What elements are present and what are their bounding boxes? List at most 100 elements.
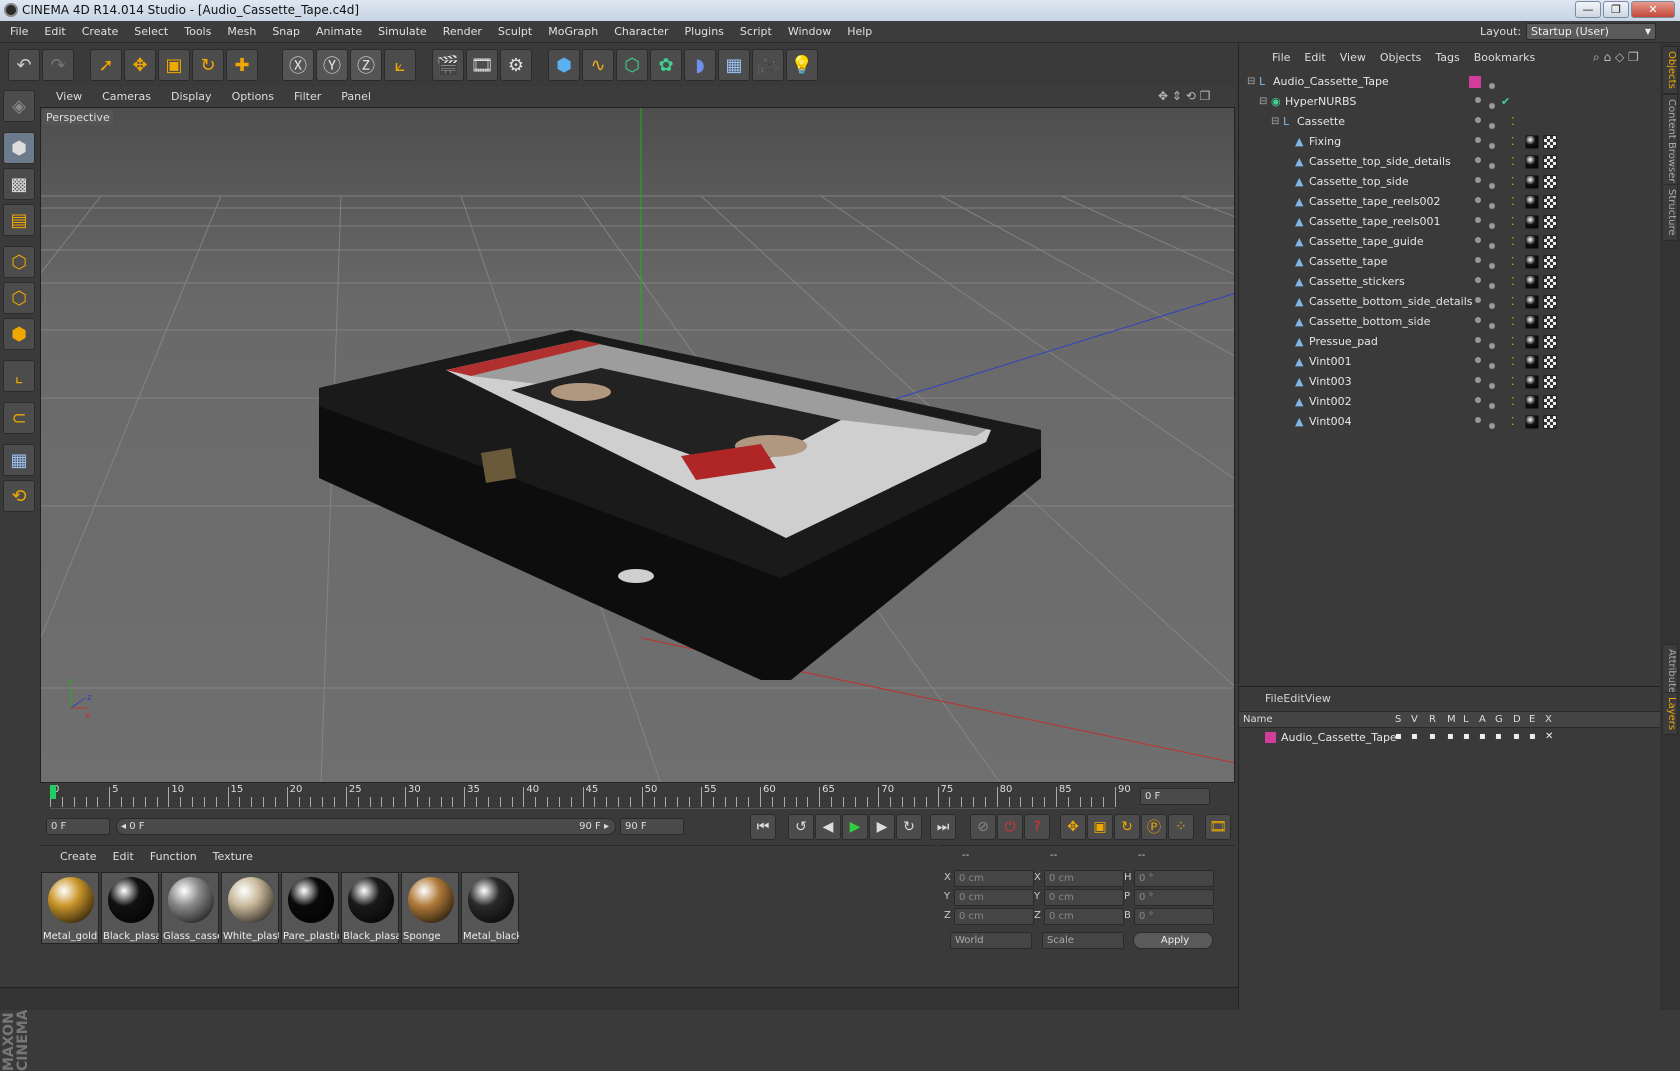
material-swatch[interactable]: Pare_plastic: [281, 872, 339, 944]
render-visibility-dot[interactable]: [1489, 403, 1495, 409]
object-row[interactable]: ▲ Fixing ⁚: [1239, 132, 1661, 152]
viewport-menu-view[interactable]: View: [46, 86, 92, 107]
next-frame-icon[interactable]: ▶: [869, 814, 895, 840]
object-row[interactable]: ▲ Vint001 ⁚: [1239, 352, 1661, 372]
phong-tag-icon[interactable]: ⁚: [1511, 372, 1515, 392]
layer-flag-icon[interactable]: ▪: [1529, 731, 1536, 742]
layer-flag-icon[interactable]: ▪: [1479, 731, 1486, 742]
render-visibility-dot[interactable]: [1489, 243, 1495, 249]
menu-create[interactable]: Create: [74, 21, 127, 43]
z-axis-icon[interactable]: Ⓩ: [350, 49, 382, 81]
editor-visibility-dot[interactable]: [1475, 277, 1481, 283]
menu-script[interactable]: Script: [732, 21, 780, 43]
material-swatch[interactable]: Black_plasa: [101, 872, 159, 944]
editor-visibility-dot[interactable]: [1475, 397, 1481, 403]
uvw-tag-icon[interactable]: [1543, 315, 1557, 329]
render-visibility-dot[interactable]: [1489, 303, 1495, 309]
material-swatch[interactable]: Metal_gold: [41, 872, 99, 944]
redo-icon[interactable]: ↷: [42, 49, 74, 81]
frame-range-slider[interactable]: ◂ 0 F 90 F ▸: [116, 818, 616, 835]
perspective-viewport[interactable]: y x z Perspective: [40, 107, 1235, 783]
layer-column-header[interactable]: G: [1495, 714, 1503, 725]
side-tab-content-browser[interactable]: Content Browser: [1662, 94, 1678, 188]
material-tag-icon[interactable]: [1525, 315, 1539, 329]
object-row[interactable]: ⊟ L Cassette ⁚: [1239, 112, 1661, 132]
material-tag-icon[interactable]: [1525, 155, 1539, 169]
material-menu-function[interactable]: Function: [142, 846, 205, 868]
phong-tag-icon[interactable]: ⁚: [1511, 152, 1515, 172]
material-menu-edit[interactable]: Edit: [105, 846, 142, 868]
expand-toggle-icon[interactable]: ⊟: [1271, 112, 1279, 132]
object-row[interactable]: ▲ Cassette_tape_reels001 ⁚: [1239, 212, 1661, 232]
scale-dropdown[interactable]: Scale: [1042, 932, 1124, 949]
key-position-icon[interactable]: ✥: [1060, 814, 1086, 840]
viewport-menu-display[interactable]: Display: [161, 86, 222, 107]
object-row[interactable]: ▲ Cassette_tape ⁚: [1239, 252, 1661, 272]
phong-tag-icon[interactable]: ⁚: [1511, 212, 1515, 232]
last-tool-icon[interactable]: ✚: [226, 49, 258, 81]
polygons-mode-icon[interactable]: ⬢: [3, 318, 35, 350]
render-visibility-dot[interactable]: [1489, 383, 1495, 389]
previous-frame-icon[interactable]: ◀: [815, 814, 841, 840]
menu-mograph[interactable]: MoGraph: [540, 21, 606, 43]
editor-visibility-dot[interactable]: [1475, 137, 1481, 143]
render-visibility-dot[interactable]: [1489, 283, 1495, 289]
coord-value-field[interactable]: 0 cm: [954, 908, 1034, 925]
uvw-tag-icon[interactable]: [1543, 355, 1557, 369]
render-settings-icon[interactable]: ⚙: [500, 49, 532, 81]
object-row[interactable]: ⊟ ◉ HyperNURBS ✔: [1239, 92, 1661, 112]
phong-tag-icon[interactable]: ⁚: [1511, 232, 1515, 252]
scale-icon[interactable]: ▣: [158, 49, 190, 81]
phong-tag-icon[interactable]: ⁚: [1511, 132, 1515, 152]
layer-flag-icon[interactable]: ▪: [1495, 731, 1502, 742]
editor-visibility-dot[interactable]: [1475, 177, 1481, 183]
workplane-lock-icon[interactable]: ▦: [3, 444, 35, 476]
layer-flag-icon[interactable]: ▪: [1411, 731, 1418, 742]
menu-select[interactable]: Select: [126, 21, 176, 43]
render-visibility-dot[interactable]: [1489, 123, 1495, 129]
editor-visibility-dot[interactable]: [1475, 317, 1481, 323]
scheme-icon[interactable]: 🎞: [1205, 814, 1231, 840]
object-menu-edit[interactable]: Edit: [1297, 44, 1332, 72]
side-tab-structure[interactable]: Structure: [1662, 184, 1678, 241]
menu-animate[interactable]: Animate: [308, 21, 370, 43]
x-axis-icon[interactable]: Ⓧ: [282, 49, 314, 81]
object-row[interactable]: ▲ Cassette_tape_reels002 ⁚: [1239, 192, 1661, 212]
editor-visibility-dot[interactable]: [1475, 157, 1481, 163]
phong-tag-icon[interactable]: ⁚: [1511, 412, 1515, 432]
material-tag-icon[interactable]: [1525, 275, 1539, 289]
editor-visibility-dot[interactable]: [1475, 197, 1481, 203]
phong-tag-icon[interactable]: ⁚: [1511, 392, 1515, 412]
camera-icon[interactable]: 🎥: [752, 49, 784, 81]
viewport-menu-filter[interactable]: Filter: [284, 86, 331, 107]
material-swatch[interactable]: White_plastic: [221, 872, 279, 944]
uvw-tag-icon[interactable]: [1543, 395, 1557, 409]
editor-visibility-dot[interactable]: [1475, 357, 1481, 363]
render-visibility-dot[interactable]: [1489, 163, 1495, 169]
key-scale-icon[interactable]: ▣: [1087, 814, 1113, 840]
menu-plugins[interactable]: Plugins: [677, 21, 732, 43]
menu-tools[interactable]: Tools: [176, 21, 219, 43]
material-tag-icon[interactable]: [1525, 355, 1539, 369]
current-frame-field[interactable]: 0 F: [1140, 788, 1210, 805]
editor-visibility-dot[interactable]: [1475, 117, 1481, 123]
render-visibility-dot[interactable]: [1489, 203, 1495, 209]
editor-visibility-dot[interactable]: [1475, 217, 1481, 223]
object-menu-file[interactable]: File: [1265, 44, 1297, 72]
material-tag-icon[interactable]: [1525, 195, 1539, 209]
apply-button[interactable]: Apply: [1133, 932, 1213, 949]
render-visibility-dot[interactable]: [1489, 423, 1495, 429]
coord-value-field[interactable]: 0 °: [1134, 908, 1214, 925]
playhead[interactable]: [50, 785, 56, 799]
material-tag-icon[interactable]: [1525, 395, 1539, 409]
material-tag-icon[interactable]: [1525, 335, 1539, 349]
layer-column-header[interactable]: D: [1513, 714, 1521, 725]
side-tab-objects[interactable]: Objects: [1662, 46, 1678, 94]
uvw-tag-icon[interactable]: [1543, 295, 1557, 309]
editor-visibility-dot[interactable]: [1475, 97, 1481, 103]
object-menu-bookmarks[interactable]: Bookmarks: [1467, 44, 1542, 72]
texture-mode-icon[interactable]: ▩: [3, 168, 35, 200]
material-tag-icon[interactable]: [1525, 215, 1539, 229]
y-axis-icon[interactable]: Ⓨ: [316, 49, 348, 81]
material-swatch[interactable]: Sponge: [401, 872, 459, 944]
